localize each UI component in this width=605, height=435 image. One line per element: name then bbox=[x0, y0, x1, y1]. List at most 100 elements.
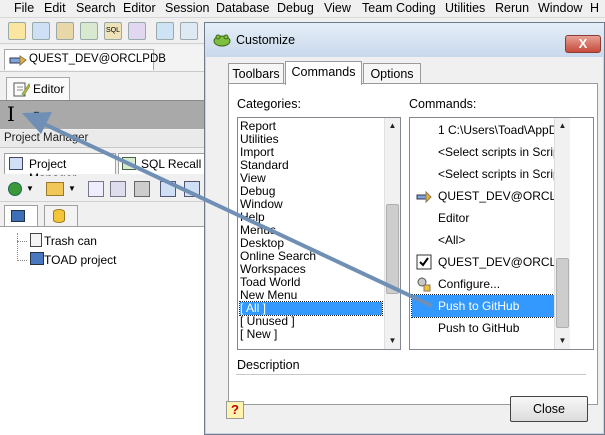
menu-team-coding[interactable]: Team Coding bbox=[362, 1, 436, 15]
help-button[interactable]: ? bbox=[226, 401, 244, 419]
command-item[interactable]: QUEST_DEV@ORCLPDB bbox=[412, 251, 556, 273]
menu-editor[interactable]: Editor bbox=[123, 1, 156, 15]
editor-icon bbox=[13, 82, 30, 97]
folder-icon[interactable] bbox=[46, 182, 64, 196]
command-item[interactable]: QUEST_DEV@ORCLPDB bbox=[412, 185, 556, 207]
connection-bar: QUEST_DEV@ORCLPDB bbox=[0, 46, 208, 72]
scroll-down-icon[interactable]: ▼ bbox=[555, 333, 570, 349]
back-icon[interactable] bbox=[160, 181, 176, 197]
filter-icon[interactable] bbox=[134, 181, 150, 197]
close-icon[interactable]: X bbox=[565, 35, 601, 53]
editor-tab-label: Editor bbox=[33, 82, 65, 96]
project-toolbar: ▼ ▼ bbox=[0, 176, 208, 202]
editor-toolbar: I ▼ bbox=[0, 100, 208, 129]
menu-help[interactable]: H bbox=[590, 1, 599, 15]
tab-commands[interactable]: Commands bbox=[285, 61, 362, 85]
edit-page-icon[interactable] bbox=[110, 181, 126, 197]
dropdown-arrow-icon[interactable]: ▼ bbox=[68, 184, 76, 193]
command-item[interactable]: Push to GitHub bbox=[412, 317, 556, 339]
command-label: Push to GitHub bbox=[438, 321, 520, 335]
scroll-thumb[interactable] bbox=[386, 204, 399, 294]
command-item[interactable]: <All> bbox=[412, 229, 556, 251]
tree-line bbox=[17, 241, 27, 242]
dropdown-arrow-icon[interactable]: ▼ bbox=[26, 184, 34, 193]
menu-database[interactable]: Database bbox=[216, 1, 270, 15]
tab-options[interactable]: Options bbox=[363, 63, 421, 85]
scroll-thumb[interactable] bbox=[556, 258, 569, 328]
project-manager-icon bbox=[9, 157, 23, 170]
connection-tab[interactable]: QUEST_DEV@ORCLPDB bbox=[4, 49, 166, 70]
customize-dialog: Customize X Toolbars Commands Options Ca… bbox=[204, 22, 605, 435]
project-manager-title: Project Manager bbox=[4, 132, 89, 144]
tab-project-manager[interactable]: Project Manager bbox=[4, 153, 116, 185]
add-icon[interactable] bbox=[8, 182, 22, 196]
command-item[interactable]: Push to GitHub bbox=[411, 294, 557, 318]
trash-icon bbox=[30, 233, 42, 247]
command-label: QUEST_DEV@ORCLPDB bbox=[438, 255, 556, 269]
page-icon[interactable] bbox=[88, 181, 104, 197]
scroll-down-icon[interactable]: ▼ bbox=[385, 333, 400, 349]
command-item[interactable]: Configure... bbox=[412, 273, 556, 295]
command-label: Push to GitHub bbox=[438, 299, 520, 313]
categories-label: Categories: bbox=[237, 97, 301, 111]
commands-list[interactable]: 1 C:\Users\Toad\AppDa <Select scripts in … bbox=[409, 117, 594, 350]
command-item[interactable]: Editor bbox=[412, 207, 556, 229]
menu-debug[interactable]: Debug bbox=[277, 1, 314, 15]
dropdown-arrow-icon[interactable]: ▼ bbox=[32, 109, 41, 119]
command-label: 1 C:\Users\Toad\AppDa bbox=[438, 123, 556, 137]
sql-recall-icon bbox=[122, 157, 136, 170]
scroll-up-icon[interactable]: ▲ bbox=[555, 118, 570, 134]
tab-toolbars[interactable]: Toolbars bbox=[228, 63, 284, 85]
tab-editor[interactable]: Editor bbox=[6, 77, 70, 100]
dialog-title-bar: Customize X bbox=[205, 23, 604, 57]
sql-icon[interactable]: SQL bbox=[104, 22, 122, 40]
configure-icon bbox=[417, 277, 431, 292]
subtab-projects[interactable] bbox=[4, 205, 38, 226]
commands-scrollbar[interactable]: ▲ ▼ bbox=[554, 118, 570, 349]
commands-panel: Categories: Commands: Report Utilities Imp… bbox=[228, 83, 598, 405]
forward-icon[interactable] bbox=[184, 181, 200, 197]
project-tree: Trash can TOAD project bbox=[0, 226, 208, 435]
editor-tabs: Editor bbox=[0, 74, 208, 100]
menu-search[interactable]: Search bbox=[76, 1, 116, 15]
tab-sql-recall[interactable]: SQL Recall bbox=[118, 153, 206, 174]
subtab-database[interactable] bbox=[44, 205, 78, 226]
menu-window[interactable]: Window bbox=[538, 1, 582, 15]
command-label: Editor bbox=[438, 211, 470, 225]
tab-commands-label: Commands bbox=[291, 65, 356, 79]
scroll-up-icon[interactable]: ▲ bbox=[385, 118, 400, 134]
connection-icon bbox=[9, 55, 27, 67]
menu-view[interactable]: View bbox=[324, 1, 351, 15]
tree-item-label: Trash can bbox=[44, 234, 97, 248]
command-item[interactable]: 1 C:\Users\Toad\AppDa bbox=[412, 119, 556, 141]
categories-list[interactable]: Report Utilities Import Standard View Debug Wi… bbox=[237, 117, 401, 350]
category-item[interactable]: [ New ] bbox=[240, 328, 382, 341]
project-subtabs bbox=[0, 204, 208, 226]
grid-icon[interactable] bbox=[128, 22, 146, 40]
menu-file[interactable]: File bbox=[14, 1, 34, 15]
command-label: <All> bbox=[438, 233, 466, 247]
project-manager-header: Project Manager bbox=[0, 130, 208, 148]
description-divider bbox=[236, 374, 586, 375]
menu-utilities[interactable]: Utilities bbox=[445, 1, 485, 15]
document-icon[interactable] bbox=[56, 22, 74, 40]
categories-scrollbar[interactable]: ▲ ▼ bbox=[384, 118, 400, 349]
checkmark-icon bbox=[416, 254, 432, 270]
tile-icon[interactable] bbox=[180, 22, 198, 40]
tree-item-label: TOAD project bbox=[44, 253, 117, 267]
database-icon bbox=[53, 209, 65, 223]
command-item[interactable]: <Select scripts in Script bbox=[412, 141, 556, 163]
menu-session[interactable]: Session bbox=[165, 1, 209, 15]
schema-icon[interactable] bbox=[32, 22, 50, 40]
menu-edit[interactable]: Edit bbox=[44, 1, 66, 15]
close-button[interactable]: Close bbox=[510, 396, 588, 422]
toad-icon bbox=[213, 34, 231, 47]
window-icon[interactable] bbox=[156, 22, 174, 40]
project-icon bbox=[30, 252, 44, 265]
dialog-title: Customize bbox=[236, 33, 296, 47]
edit-icon[interactable] bbox=[8, 22, 26, 40]
menu-rerun[interactable]: Rerun bbox=[495, 1, 529, 15]
report-icon[interactable] bbox=[80, 22, 98, 40]
command-item[interactable]: <Select scripts in Script bbox=[412, 163, 556, 185]
tab-options-label: Options bbox=[370, 67, 414, 81]
